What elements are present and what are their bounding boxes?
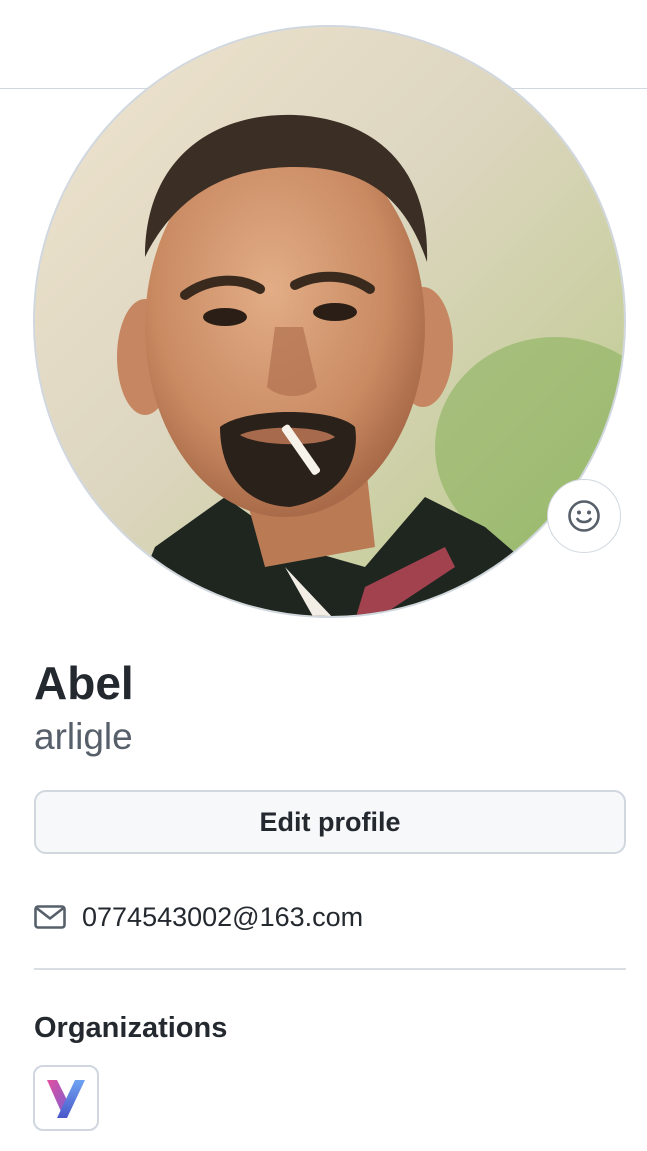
org-y-logo-icon xyxy=(47,1080,85,1118)
section-divider xyxy=(34,968,626,970)
avatar[interactable] xyxy=(33,25,626,618)
avatar-photo xyxy=(35,27,624,616)
mail-icon xyxy=(34,905,66,929)
edit-profile-button[interactable]: Edit profile xyxy=(34,790,626,854)
profile-full-name: Abel xyxy=(34,657,134,709)
email-row: 0774543002@163.com xyxy=(34,893,363,941)
email-link[interactable]: 0774543002@163.com xyxy=(82,902,363,933)
profile-sidebar: Abel arligle Edit profile 0774543002@163… xyxy=(0,0,647,1151)
set-status-button[interactable] xyxy=(547,479,621,553)
organizations-heading: Organizations xyxy=(34,1012,228,1044)
profile-username: arligle xyxy=(34,716,133,757)
organization-avatar[interactable] xyxy=(33,1065,99,1131)
smiley-icon xyxy=(568,500,600,532)
avatar-container xyxy=(33,25,626,618)
